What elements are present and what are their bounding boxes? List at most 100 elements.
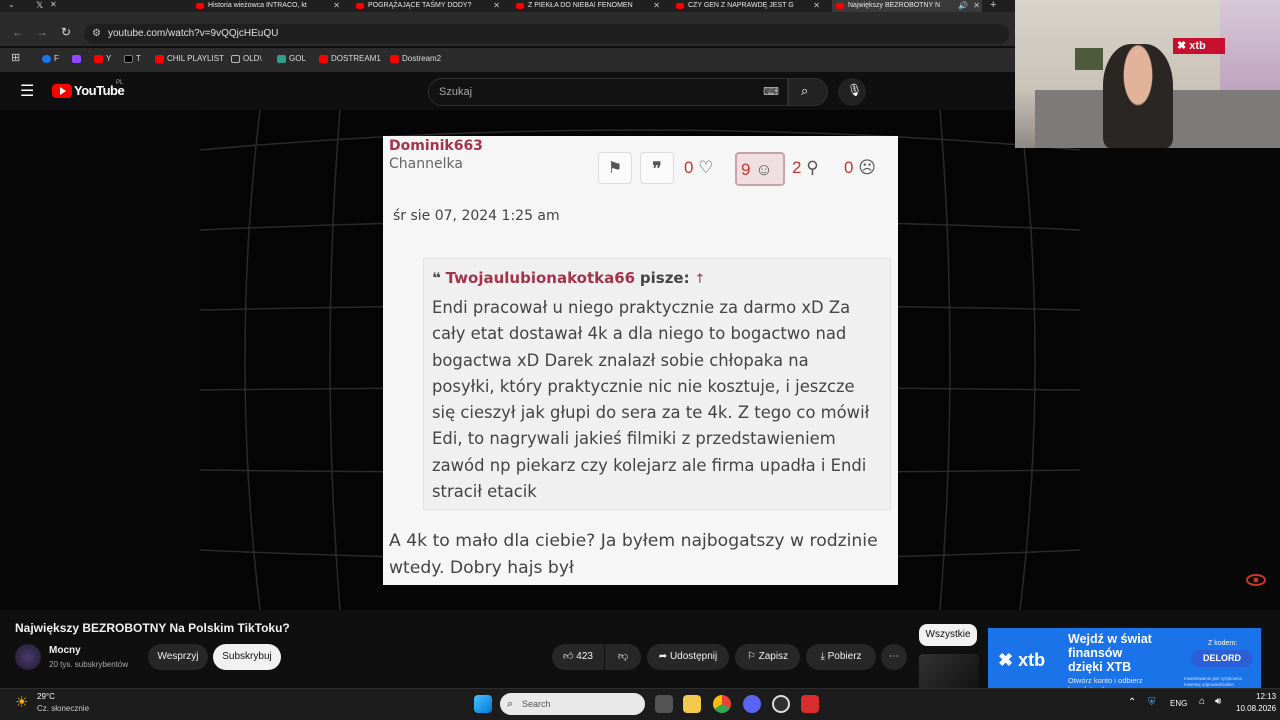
download-button[interactable]: ⤓ Pobierz [806, 644, 876, 670]
tray-expand-icon[interactable]: ⌃ [1128, 697, 1136, 708]
reaction-smile[interactable]: 9 ☺ [735, 152, 785, 186]
site-info-icon[interactable]: ⚙ [92, 24, 101, 44]
tab-close-icon[interactable]: ✕ [653, 0, 660, 12]
browser-tab-active[interactable]: Największy BEZROBOTNY N 🔊 ✕ [832, 0, 982, 12]
quote-button[interactable]: ❞ [640, 152, 674, 184]
tab-title: CZY GEN Z NAPRAWDĘ JEST G [688, 2, 794, 9]
bookmark[interactable] [72, 53, 84, 65]
language-indicator[interactable]: ENG [1170, 699, 1187, 708]
tab-close-icon[interactable]: ✕ [813, 0, 820, 12]
reaction-like[interactable]: 0 ♡ [684, 152, 728, 184]
support-button[interactable]: Wesprzyj [148, 644, 208, 670]
youtube-play-triangle-icon [60, 87, 66, 95]
like-count: 423 [576, 651, 593, 662]
reaction-sad[interactable]: 0 ☹ [844, 152, 888, 184]
taskbar-search[interactable]: ⌕ Search [500, 693, 645, 715]
tab-close-icon[interactable]: ✕ [493, 0, 500, 12]
bookmark-icon: ⚐ [746, 651, 756, 662]
new-tab-icon[interactable]: + [990, 0, 996, 11]
bookmark[interactable]: Dostream2 [390, 53, 441, 65]
weather-description[interactable]: Cz. słonecznie [37, 704, 89, 713]
youtube-icon [319, 55, 328, 63]
reaction-count: 2 [792, 158, 802, 177]
xtb-logo-overlay: ✖ xtb [1173, 38, 1225, 54]
bookmark[interactable]: GOL [277, 53, 306, 65]
eye-icon[interactable] [1246, 572, 1266, 588]
bookmark-label: GOL [289, 54, 306, 63]
weather-temperature[interactable]: 29°C [37, 692, 55, 701]
bookmark[interactable]: Y [94, 53, 111, 65]
tab-title: Z PIEKŁA DO NIEBA! FENOMEN [528, 2, 633, 9]
tab-strip: ⌄ 𝕏 ✕ Historia wieżowca INTRACO, kt ✕ PO… [0, 0, 1015, 12]
more-icon: ⋯ [889, 651, 899, 662]
windows-taskbar: ☀ 29°C Cz. słonecznie ⌕ Search ENG ⌂ 🔊︎ … [0, 688, 1280, 720]
chrome-icon[interactable] [713, 695, 731, 713]
file-explorer-icon[interactable] [683, 695, 701, 713]
bookmark[interactable]: F [42, 53, 59, 65]
speaker-icon[interactable]: 🔊 [958, 0, 968, 12]
bookmark[interactable]: CHIL PLAYLIST [155, 53, 224, 65]
task-view-icon[interactable] [655, 695, 673, 713]
browser-tab[interactable]: Historia wieżowca INTRACO, kt ✕ [192, 0, 342, 12]
post-author[interactable]: Dominik663 [389, 138, 483, 154]
tab-close-icon[interactable]: ✕ [333, 0, 340, 12]
app-red-icon[interactable] [801, 695, 819, 713]
apps-grid-icon[interactable]: ⊞ [11, 51, 20, 64]
tab-close-icon[interactable]: ✕ [973, 0, 980, 12]
bookmark[interactable]: T [124, 53, 141, 65]
save-button[interactable]: ⚐ Zapisz [735, 644, 800, 670]
bookmark[interactable]: OLD\ [231, 53, 262, 65]
voice-search-button[interactable]: 🎙 [838, 78, 866, 106]
bookmark-label: DOSTREAM1 [331, 54, 381, 63]
quote-line: zawód np piekarz czy kolejarz ale firma … [432, 455, 867, 475]
recommended-thumbnail[interactable] [919, 654, 979, 690]
ad-code-button[interactable]: DELORD [1191, 650, 1253, 667]
browser-tab[interactable]: CZY GEN Z NAPRAWDĘ JEST G ✕ [672, 0, 822, 12]
channel-name[interactable]: Mocny [49, 645, 81, 656]
search-face-icon: ⚲ [806, 158, 819, 177]
report-button[interactable]: ⚑ [598, 152, 632, 184]
search-button[interactable]: ⌕ [788, 78, 828, 106]
more-actions-button[interactable]: ⋯ [881, 644, 907, 670]
ad-headline: Wejdź w świat finansów dzięki XTB [1068, 632, 1152, 674]
webcam-shelf [1075, 48, 1103, 70]
x-tab-icon[interactable]: 𝕏 [36, 0, 43, 11]
subscribe-button[interactable]: Subskrybuj [213, 644, 281, 670]
tab-search-icon[interactable]: ⌄ [8, 0, 15, 9]
like-button[interactable]: 👍︎ 423 [552, 644, 604, 670]
browser-tab[interactable]: Z PIEKŁA DO NIEBA! FENOMEN ✕ [512, 0, 662, 12]
discord-icon[interactable] [743, 695, 761, 713]
share-button[interactable]: ➦ Udostępnij [647, 644, 729, 670]
search-input[interactable]: Szukaj ⌨ [428, 78, 788, 106]
clock-time[interactable]: 12:13 [1256, 692, 1276, 701]
menu-icon[interactable]: ☰ [20, 81, 34, 101]
obs-icon[interactable] [772, 695, 790, 713]
smile-icon: ☺ [755, 160, 773, 179]
speaker-icon[interactable]: 🔊︎ [1215, 696, 1221, 707]
quote-jump-arrow[interactable]: ↑ [694, 272, 705, 287]
bookmark-label: Dostream2 [402, 54, 442, 63]
filter-chip-all[interactable]: Wszystkie [919, 624, 977, 646]
windows-start-icon[interactable] [474, 695, 492, 713]
bookmarks-bar: ⊞ F Y T CHIL PLAYLIST OLD\ GOL DOSTREAM1… [0, 48, 1015, 68]
dislike-button[interactable]: 👎︎ [605, 644, 641, 670]
quote-author[interactable]: Twojaulubionakotka66 [446, 269, 636, 287]
back-icon[interactable]: ← [12, 25, 24, 39]
browser-tab[interactable]: POGRĄŻAJĄCE TAŚMY DODY? ✕ [352, 0, 502, 12]
channel-avatar[interactable] [15, 644, 41, 670]
reaction-think[interactable]: 2 ⚲ [792, 152, 836, 184]
reload-icon[interactable]: ↻ [61, 25, 71, 39]
network-icon[interactable]: ⌂ [1199, 696, 1205, 707]
bookmark[interactable]: DOSTREAM1 [319, 53, 381, 65]
tray-app-icon[interactable]: ⛨ [1148, 697, 1156, 708]
url-field[interactable]: ⚙ youtube.com/watch?v=9vQQjcHEuQU [84, 24, 1009, 44]
ad-sub-line: Otwórz konto i odbierz [1068, 676, 1143, 685]
clock-date[interactable]: 10.08.2026 [1236, 704, 1276, 713]
weather-sun-icon[interactable]: ☀ [15, 693, 28, 711]
x-tab-close-icon[interactable]: ✕ [50, 0, 57, 9]
subscribe-label: Subskrybuj [222, 651, 272, 662]
download-label: Pobierz [827, 651, 862, 662]
forward-icon[interactable]: → [36, 25, 48, 39]
youtube-favicon-icon [836, 3, 844, 9]
keyboard-icon[interactable]: ⌨ [763, 79, 779, 105]
